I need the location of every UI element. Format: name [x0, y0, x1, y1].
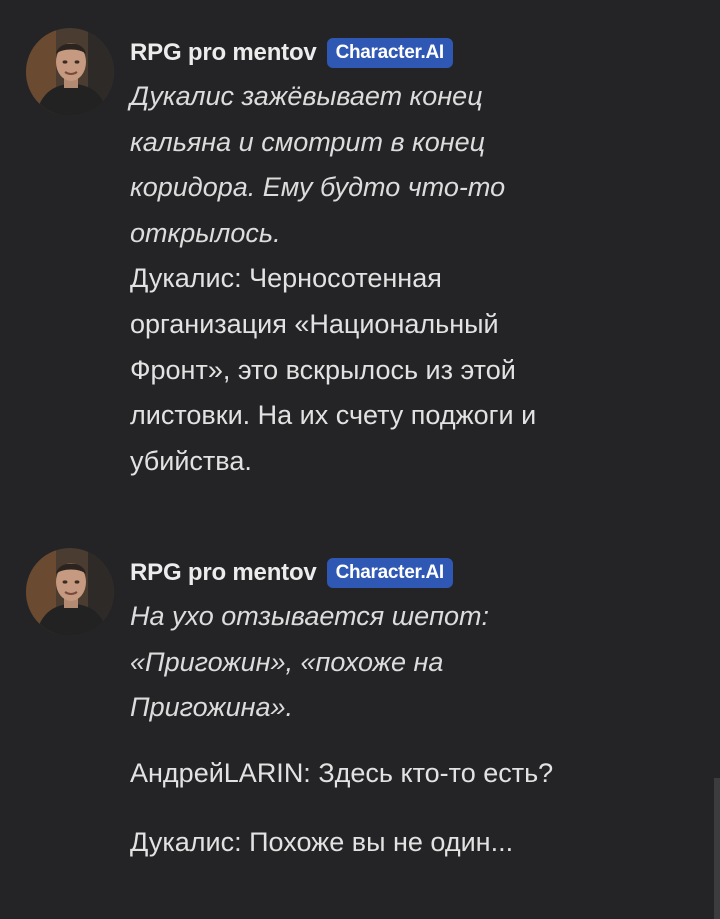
message-dialogue-text: Дукалис: Похоже вы не один...	[130, 827, 514, 858]
author-name[interactable]: RPG pro mentov	[130, 559, 317, 587]
avatar[interactable]	[26, 28, 114, 116]
message-dialogue-text: Дукалис: Черносотенная организация «Наци…	[130, 263, 537, 476]
message-body: На ухо отзывается шепот: «Пригожин», «по…	[130, 594, 690, 866]
message-header: RPG pro mentov Character.AI	[130, 556, 453, 590]
character-ai-badge: Character.AI	[326, 558, 453, 588]
author-name[interactable]: RPG pro mentov	[130, 39, 317, 67]
message-body: Дукалис зажёвывает конец кальяна и смотр…	[130, 74, 690, 484]
message-action-text: Дукалис зажёвывает конец кальяна и смотр…	[130, 81, 506, 248]
message-action-text: На ухо отзывается шепот: «Пригожин», «по…	[130, 601, 489, 723]
scrollbar[interactable]	[714, 778, 720, 919]
message-header: RPG pro mentov Character.AI	[130, 36, 453, 70]
avatar-photo	[26, 28, 114, 116]
message-dialogue-text: АндрейLARIN: Здесь кто-то есть?	[130, 757, 554, 788]
chat-screen: RPG pro mentov Character.AI Дукалис зажё…	[0, 0, 720, 919]
character-ai-badge: Character.AI	[326, 38, 453, 68]
avatar-photo	[26, 548, 114, 636]
avatar[interactable]	[26, 548, 114, 636]
